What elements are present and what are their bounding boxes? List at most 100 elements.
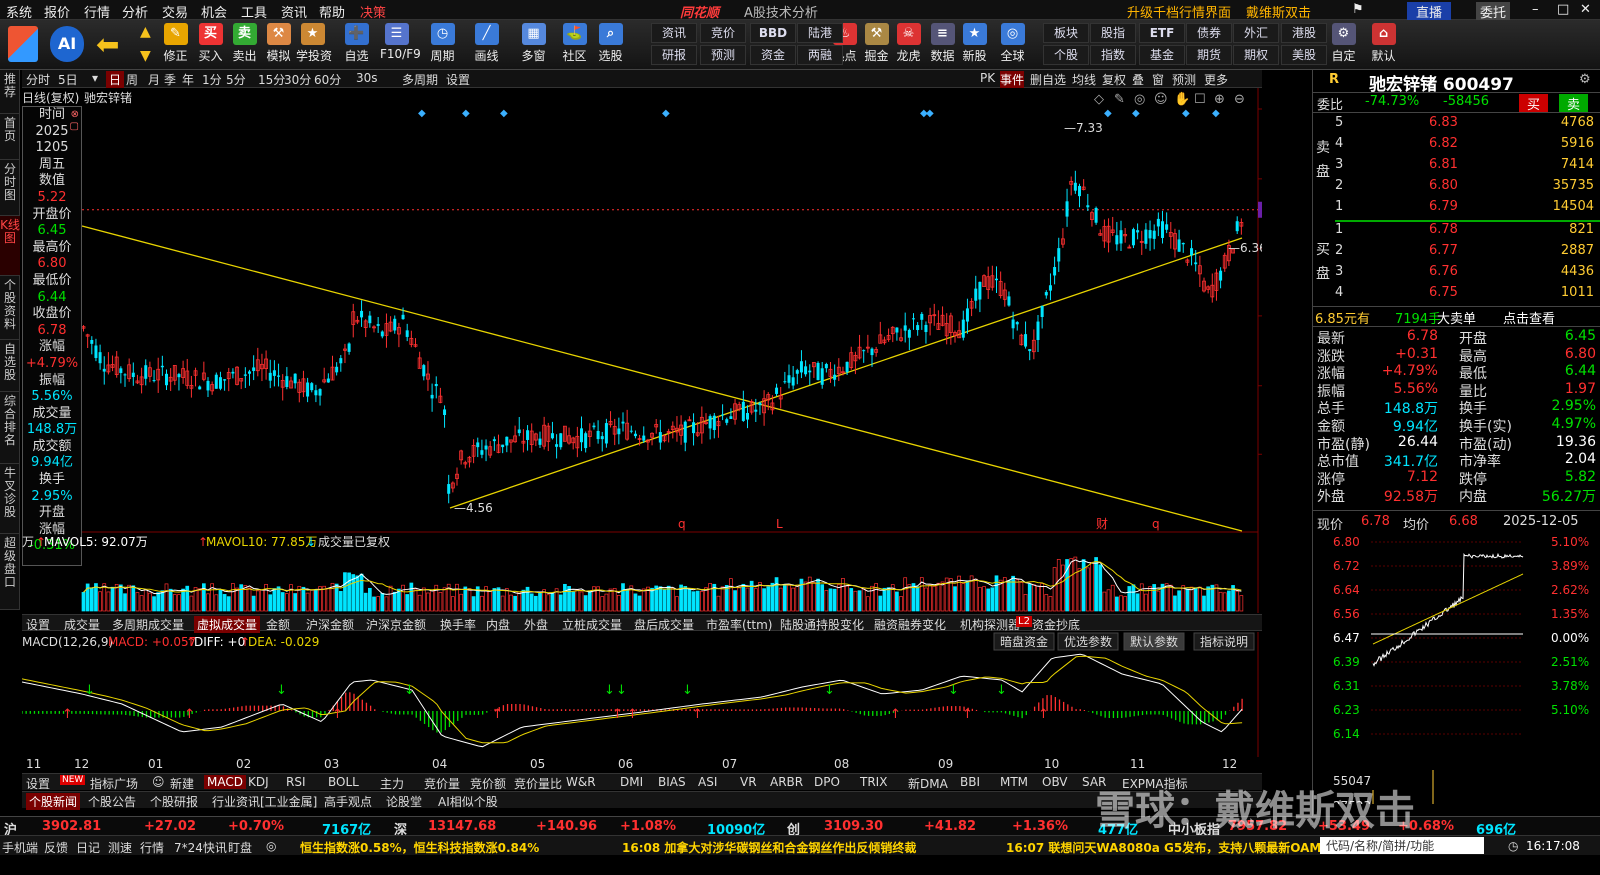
period-tab-10[interactable]: 30分 bbox=[284, 71, 311, 88]
news-tab-5[interactable]: 论股堂 bbox=[386, 793, 422, 810]
ticker-3[interactable]: 16:07 联想问天WA8080a G5发布，支持八颗最新OAM bbox=[1006, 839, 1321, 856]
tool-small-1-0[interactable]: 研报 bbox=[651, 45, 697, 65]
leftnav-2[interactable]: 分时图 bbox=[0, 160, 20, 216]
ticker-2[interactable]: 16:08 加拿大对涉华碳钢丝和合金钢丝作出反倾销终裁 bbox=[622, 839, 916, 856]
news-tab-3[interactable]: 行业资讯[工业金属] bbox=[212, 793, 317, 810]
macd-chart[interactable]: MACD(12,26,9) MACD: +0.057 ↑ DIFF: +0 ↑ DEA: … bbox=[21, 632, 1308, 757]
tool-19[interactable]: ⌂ 默认 bbox=[1367, 22, 1400, 68]
vol-tab-12[interactable]: 市盈率(ttm) bbox=[706, 616, 772, 633]
tool-8[interactable]: ╱ 画线 bbox=[470, 22, 503, 68]
tool-2[interactable]: 卖卖出 bbox=[228, 22, 261, 68]
buy-button[interactable]: 买 bbox=[1519, 94, 1549, 113]
chart-tool-1[interactable]: 事件 bbox=[1000, 71, 1025, 88]
vol-tab-3[interactable]: 虚拟成交量 bbox=[194, 616, 261, 633]
ind-tab-17[interactable]: DPO bbox=[814, 775, 840, 789]
tool-small-0-0[interactable]: 资讯 bbox=[651, 23, 697, 43]
leftnav-4[interactable]: 个股资料 bbox=[0, 276, 20, 340]
menu-0[interactable]: 系统 bbox=[6, 2, 32, 21]
tool-small-0-1[interactable]: 竞价 bbox=[700, 23, 746, 43]
status-link-0[interactable]: 手机端 bbox=[2, 839, 38, 856]
chart-tool-0[interactable]: PK bbox=[980, 71, 995, 85]
trade-button[interactable]: 委托 bbox=[1476, 2, 1511, 21]
tool-17[interactable]: ◎ 全球 bbox=[996, 22, 1029, 68]
status-link-6[interactable]: 盯盘 bbox=[228, 839, 252, 856]
period-tab-2[interactable]: 日 bbox=[106, 71, 125, 88]
settings-icon[interactable]: ⚙ bbox=[1579, 72, 1591, 87]
tool-small-1-9[interactable]: 美股 bbox=[1281, 45, 1327, 65]
tool-small-1-4[interactable]: 个股 bbox=[1043, 45, 1089, 65]
ind-tab-13[interactable]: BIAS bbox=[658, 775, 686, 789]
period-tab-13[interactable]: 多周期 bbox=[402, 71, 438, 88]
live-button[interactable]: 直播 bbox=[1407, 2, 1452, 21]
tool-9[interactable]: ▦ 多窗 bbox=[517, 22, 550, 68]
menu-3[interactable]: 分析 bbox=[122, 2, 148, 21]
status-link-4[interactable]: 行情 bbox=[140, 839, 164, 856]
message-icon[interactable]: ◎ bbox=[266, 839, 276, 853]
bell-icon[interactable]: ⚑ bbox=[1352, 2, 1364, 17]
tool-13[interactable]: ⚒ 掘金 bbox=[860, 22, 893, 68]
robot-icon[interactable]: ☺ bbox=[152, 775, 165, 789]
leftnav-7[interactable]: 牛叉诊股 bbox=[0, 464, 20, 534]
period-tab-6[interactable]: 年 bbox=[182, 71, 194, 88]
vol-tab-4[interactable]: 金额 bbox=[266, 616, 290, 633]
order-link[interactable]: 点击查看 bbox=[1503, 308, 1555, 327]
ind-tab-18[interactable]: TRIX bbox=[860, 775, 887, 789]
menu-9[interactable]: 决策 bbox=[360, 2, 386, 21]
vol-tab-13[interactable]: 陆股通持股变化 bbox=[780, 616, 864, 633]
ind-tab-15[interactable]: VR bbox=[740, 775, 757, 789]
ind-tab-6[interactable]: BOLL bbox=[328, 775, 359, 789]
tool-small-0-4[interactable]: 板块 bbox=[1043, 23, 1089, 43]
news-tab-4[interactable]: 高手观点 bbox=[324, 793, 372, 810]
news-tab-1[interactable]: 个股公告 bbox=[88, 793, 136, 810]
vol-tab-9[interactable]: 外盘 bbox=[524, 616, 548, 633]
news-tab-2[interactable]: 个股研报 bbox=[150, 793, 198, 810]
menu-1[interactable]: 报价 bbox=[44, 2, 70, 21]
leftnav-0[interactable]: 推荐 bbox=[0, 70, 20, 114]
period-tab-11[interactable]: 60分 bbox=[314, 71, 341, 88]
period-tab-9[interactable]: 15分 bbox=[258, 71, 285, 88]
ind-tab-2[interactable]: 新建 bbox=[170, 775, 194, 792]
chart-tool-7[interactable]: 预测 bbox=[1172, 71, 1196, 88]
vol-tab-15[interactable]: 机构探测器 bbox=[960, 616, 1020, 633]
ind-tab-14[interactable]: ASI bbox=[698, 775, 717, 789]
vol-tab-11[interactable]: 盘后成交量 bbox=[634, 616, 694, 633]
tool-small-0-7[interactable]: 债券 bbox=[1186, 23, 1232, 43]
volume-chart[interactable]: 万↑MAVOL5: 92.07万↑MAVOL10: 77.85万↓成交量已复权3… bbox=[22, 533, 1301, 613]
ind-tab-5[interactable]: RSI bbox=[286, 775, 306, 789]
period-tab-4[interactable]: 月 bbox=[148, 71, 160, 88]
up-arrow-icon[interactable]: ▲ bbox=[140, 24, 151, 40]
ind-tab-3[interactable]: MACD bbox=[204, 775, 246, 789]
tool-small-0-9[interactable]: 港股 bbox=[1281, 23, 1327, 43]
leftnav-6[interactable]: 综合排名 bbox=[0, 392, 20, 464]
tool-18[interactable]: ⚙ 自定 bbox=[1327, 22, 1360, 68]
period-tab-12[interactable]: 30s bbox=[356, 71, 378, 85]
status-link-5[interactable]: 7*24快讯 bbox=[174, 839, 227, 856]
period-tab-5[interactable]: 季 bbox=[164, 71, 176, 88]
tool-small-1-1[interactable]: 预测 bbox=[700, 45, 746, 65]
tool-small-1-8[interactable]: 期权 bbox=[1233, 45, 1279, 65]
tool-6[interactable]: ☰ F10/F9 bbox=[380, 22, 421, 68]
ind-tab-4[interactable]: KDJ bbox=[248, 775, 269, 789]
vol-tab-14[interactable]: 融资融券变化 bbox=[874, 616, 946, 633]
sell-button[interactable]: 卖 bbox=[1559, 94, 1589, 113]
period-tab-14[interactable]: 设置 bbox=[446, 71, 470, 88]
vol-tab-16[interactable]: 资金抄底 bbox=[1032, 616, 1080, 633]
tool-small-0-6[interactable]: ETF bbox=[1139, 23, 1185, 43]
tool-small-1-3[interactable]: 两融 bbox=[797, 45, 843, 65]
ind-tab-11[interactable]: W&R bbox=[566, 775, 596, 789]
tool-10[interactable]: ⛳ 社区 bbox=[558, 22, 591, 68]
tool-14[interactable]: ☠ 龙虎 bbox=[892, 22, 925, 68]
vol-tab-2[interactable]: 多周期成交量 bbox=[112, 616, 184, 633]
chart-tool-8[interactable]: 更多 bbox=[1204, 71, 1228, 88]
ind-tab-20[interactable]: BBI bbox=[960, 775, 980, 789]
leftnav-3[interactable]: K线图 bbox=[0, 216, 20, 276]
ind-tab-8[interactable]: 竞价量 bbox=[424, 775, 460, 792]
tool-7[interactable]: ◷ 周期 bbox=[426, 22, 459, 68]
menu-6[interactable]: 工具 bbox=[241, 2, 267, 21]
ai-icon[interactable]: AI bbox=[50, 26, 84, 62]
vol-tab-0[interactable]: 设置 bbox=[26, 616, 50, 633]
tool-small-1-2[interactable]: 资金 bbox=[750, 45, 796, 65]
ind-tab-12[interactable]: DMI bbox=[620, 775, 643, 789]
down-arrow-icon[interactable]: ▼ bbox=[140, 48, 151, 64]
menu-7[interactable]: 资讯 bbox=[281, 2, 307, 21]
